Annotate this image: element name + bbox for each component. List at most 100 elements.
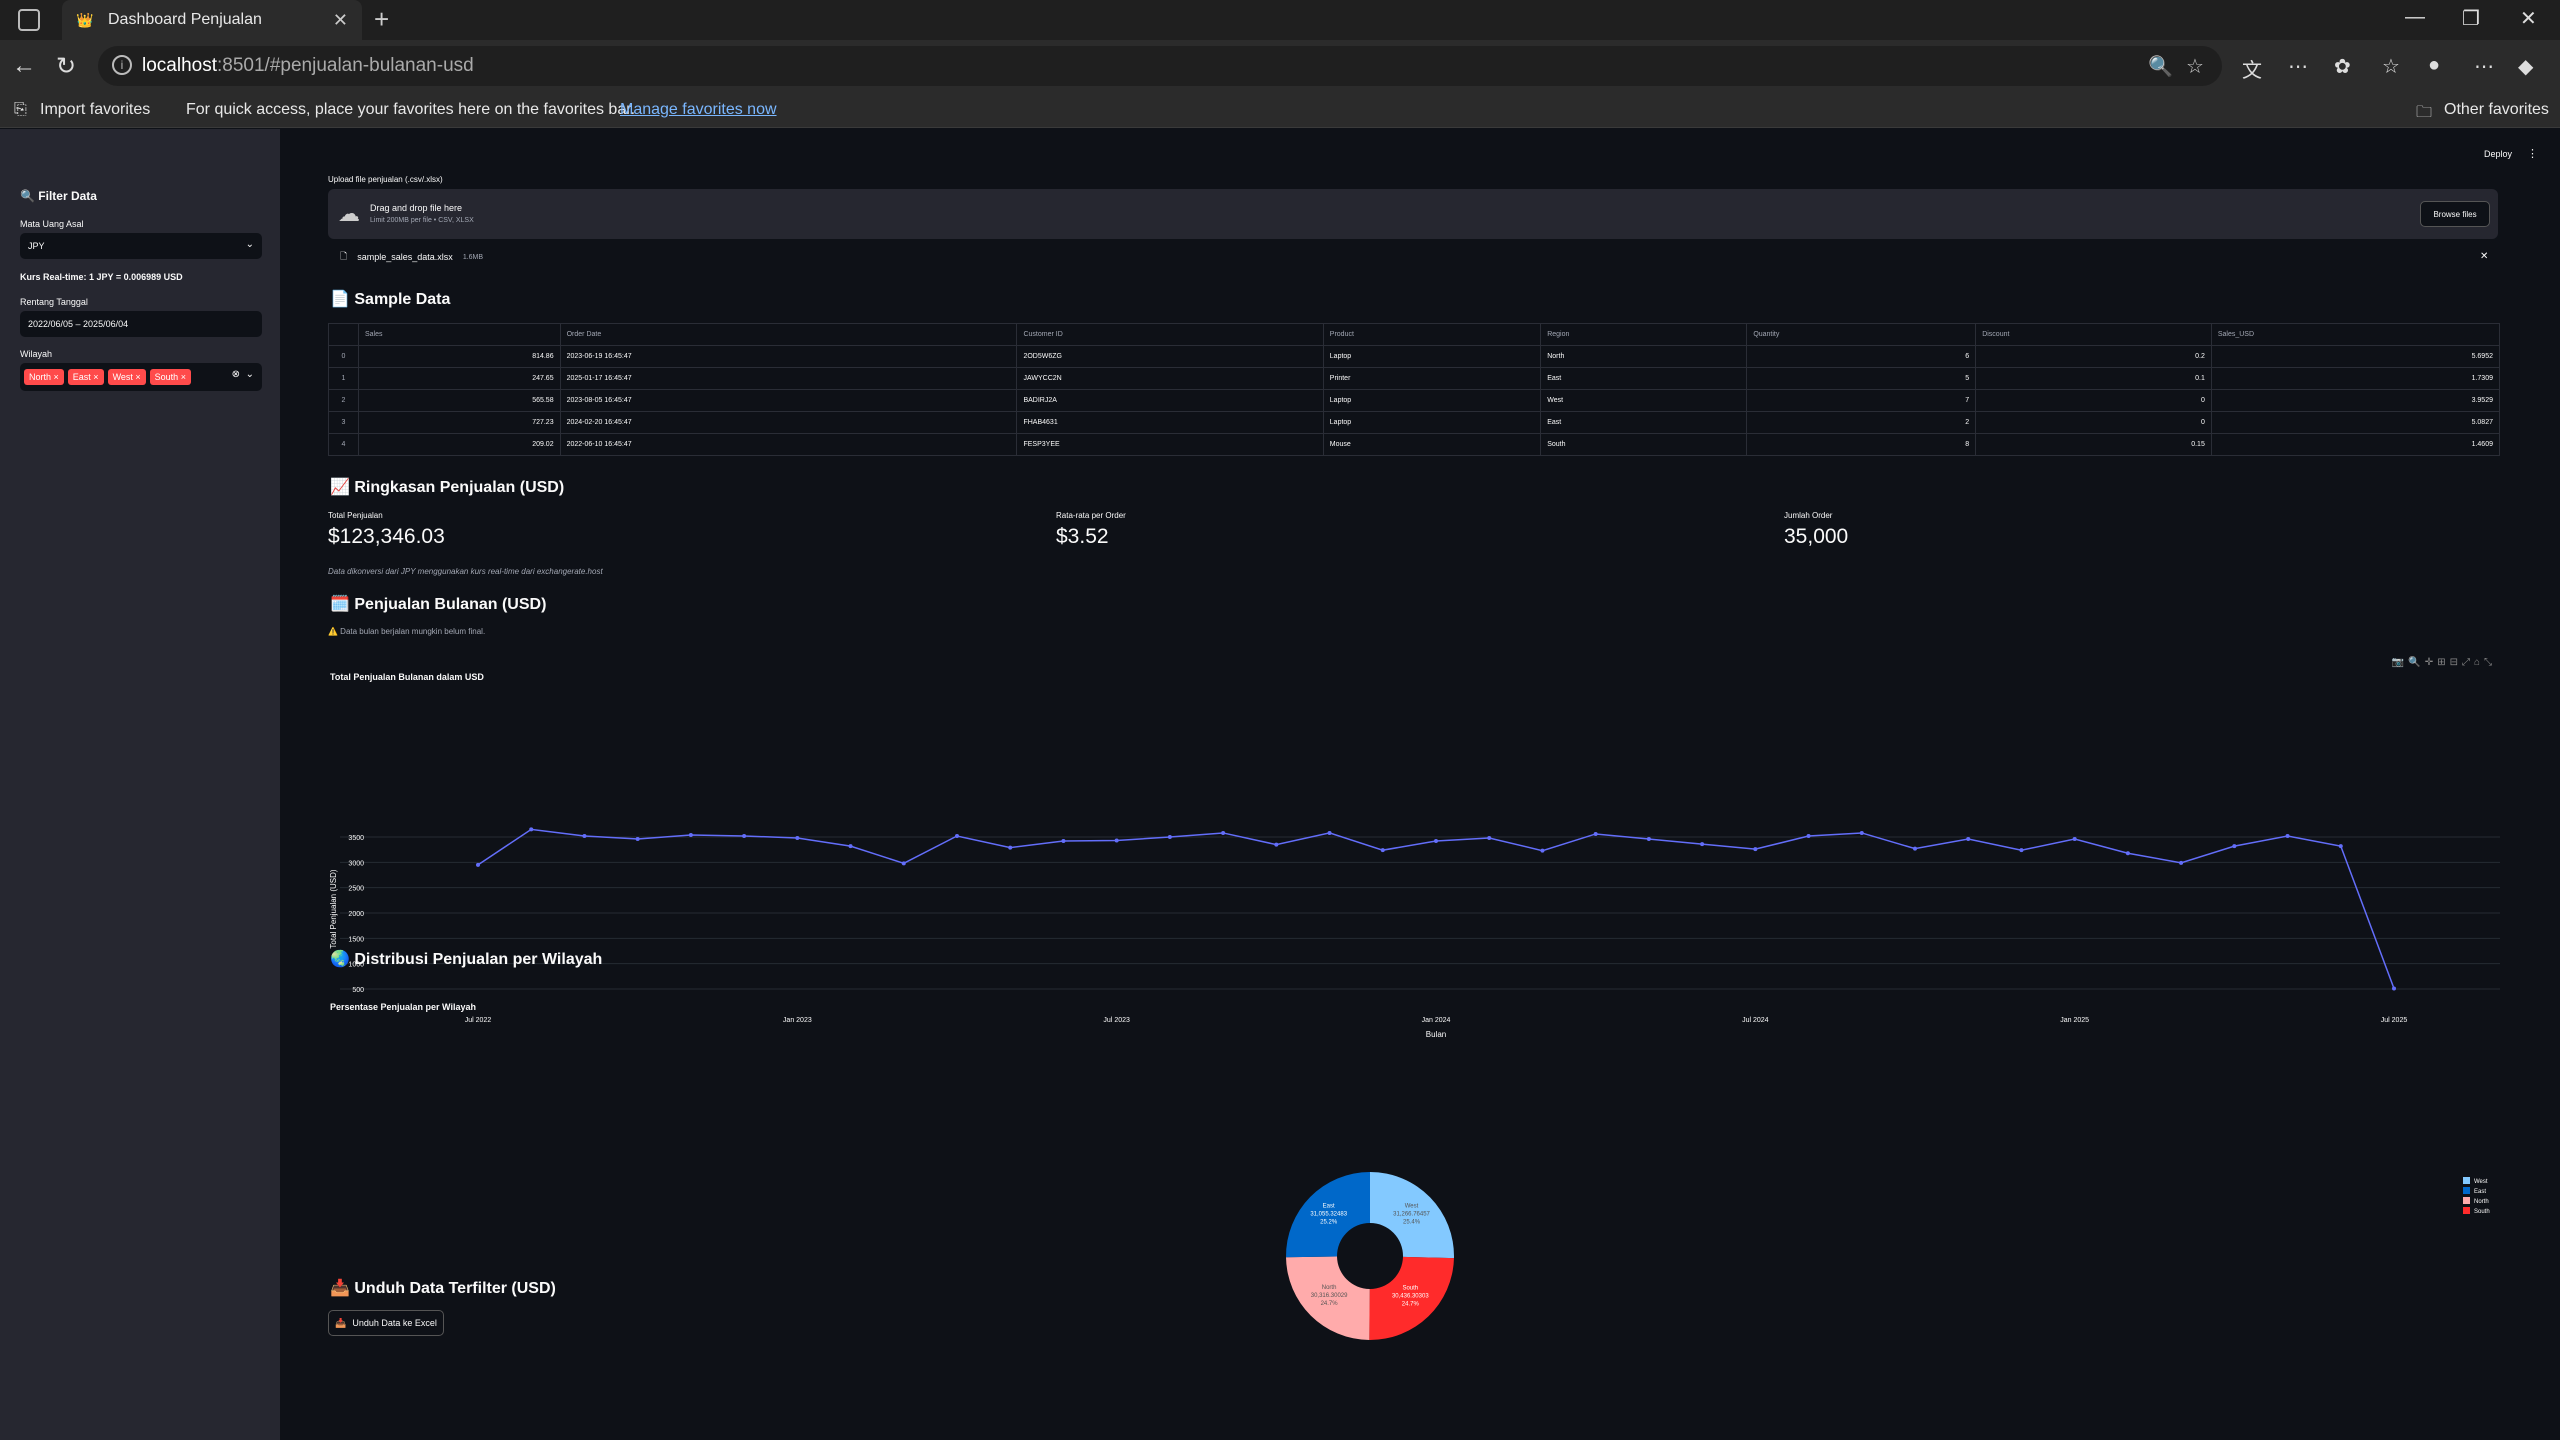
table-row[interactable]: 3 727.23 2024-02-20 16:45:47 FHAB4631 Laptop… bbox=[328, 411, 2501, 434]
table-cell: 565.58 bbox=[358, 389, 561, 412]
manage-favorites-link[interactable]: Manage favorites now bbox=[620, 101, 777, 119]
table-row[interactable]: 1 247.65 2025-01-17 16:45:47 JAWYCC2N Printe… bbox=[328, 367, 2501, 390]
table-cell: 0.2 bbox=[1975, 345, 2212, 368]
main-content: Deploy ⋮ Upload file penjualan (.csv/.xl… bbox=[280, 129, 2560, 1440]
currency-label: Mata Uang Asal bbox=[20, 219, 84, 229]
profile-avatar-icon[interactable]: ● bbox=[2428, 54, 2440, 77]
table-header-cell[interactable]: Sales_USD bbox=[2210, 323, 2501, 346]
table-header-cell[interactable]: Sales bbox=[358, 323, 561, 346]
zoom-icon[interactable]: 🔍 bbox=[2148, 54, 2173, 79]
table-header-cell[interactable]: Discount bbox=[1975, 323, 2212, 346]
back-icon[interactable]: ← bbox=[12, 52, 36, 80]
chip-north[interactable]: North × bbox=[24, 369, 64, 385]
close-tab-icon[interactable]: ✕ bbox=[333, 10, 348, 31]
table-header-cell[interactable]: Product bbox=[1322, 323, 1542, 346]
data-point bbox=[1061, 839, 1066, 844]
sidebar: 🔍 Filter Data Mata Uang Asal JPY ⌄ Kurs … bbox=[0, 129, 280, 1440]
metric-label-avg: Rata-rata per Order bbox=[1056, 511, 1126, 520]
file-uploader[interactable]: ☁ Drag and drop file here Limit 200MB pe… bbox=[328, 189, 2498, 239]
slice-label: 25.4% bbox=[1403, 1220, 1421, 1226]
file-size: 1.6MB bbox=[462, 253, 484, 261]
site-info-icon[interactable]: i bbox=[112, 55, 132, 75]
data-point bbox=[1327, 830, 1332, 835]
minimize-icon[interactable]: — bbox=[2405, 6, 2425, 29]
table-row[interactable]: 4 209.02 2022-06-10 16:45:47 FESP3YEE Mouse S… bbox=[328, 433, 2501, 456]
legend-label: North bbox=[2474, 1199, 2489, 1205]
extension-icon[interactable]: ⋯ bbox=[2288, 54, 2308, 79]
url-input[interactable]: i localhost:8501/#penjualan-bulanan-usd … bbox=[98, 46, 2222, 86]
download-icon: 📥 bbox=[335, 1317, 347, 1328]
table-cell: East bbox=[1540, 411, 1748, 434]
table-header-cell[interactable]: Customer ID bbox=[1016, 323, 1324, 346]
table-row[interactable]: 0 814.86 2023-06-19 16:45:47 2OD5W6ZG Laptop… bbox=[328, 345, 2501, 368]
table-cell: North bbox=[1540, 345, 1748, 368]
table-cell: 3.9529 bbox=[2210, 389, 2501, 412]
data-point bbox=[2179, 860, 2184, 865]
import-favorites-link[interactable]: Import favorites bbox=[40, 101, 150, 119]
legend-swatch bbox=[2463, 1207, 2470, 1214]
file-icon: 🗋 bbox=[340, 251, 348, 261]
extensions-puzzle-icon[interactable]: ✿ bbox=[2334, 54, 2351, 79]
restore-icon[interactable]: ❐ bbox=[2462, 6, 2480, 31]
data-point bbox=[476, 862, 480, 867]
chevron-down-icon[interactable]: ⌄ bbox=[246, 369, 254, 380]
more-menu-icon[interactable]: ⋯ bbox=[2474, 54, 2494, 79]
table-header-cell[interactable]: Order Date bbox=[559, 323, 1018, 346]
table-cell: Laptop bbox=[1322, 389, 1542, 412]
table-cell: 247.65 bbox=[358, 367, 561, 390]
chip-south[interactable]: South × bbox=[149, 369, 191, 385]
table-cell: 7 bbox=[1746, 389, 1977, 412]
copilot-icon[interactable]: ◆ bbox=[2518, 54, 2533, 79]
favorites-icon[interactable]: ☆ bbox=[2382, 54, 2400, 79]
metric-value-avg: $3.52 bbox=[1056, 525, 1109, 548]
slice-label: South bbox=[1402, 1286, 1418, 1292]
browse-files-button[interactable]: Browse files bbox=[2420, 201, 2490, 227]
deploy-button[interactable]: Deploy bbox=[2484, 149, 2512, 159]
table-cell: FHAB4631 bbox=[1016, 411, 1324, 434]
region-multiselect[interactable]: North × East × West × South × ⊗ ⌄ bbox=[20, 363, 262, 391]
pie-chart[interactable]: West 31,266.76457 25.4% South 30,436.30303 24… bbox=[280, 1009, 2560, 1369]
table-cell: Laptop bbox=[1322, 411, 1542, 434]
y-tick-label: 500 bbox=[352, 987, 364, 994]
table-cell: West bbox=[1540, 389, 1748, 412]
data-point bbox=[848, 844, 853, 849]
favorite-star-icon[interactable]: ☆ bbox=[2186, 54, 2204, 79]
table-cell: Printer bbox=[1322, 367, 1542, 390]
data-point bbox=[901, 861, 906, 866]
data-point bbox=[1540, 848, 1545, 853]
currency-select[interactable]: JPY ⌄ bbox=[20, 233, 262, 259]
line-chart[interactable]: 500100015002000250030003500Jul 2022 Jan 2… bbox=[280, 689, 2560, 1049]
upload-limit-text: Limit 200MB per file • CSV, XLSX bbox=[370, 217, 474, 224]
table-header-cell[interactable] bbox=[328, 323, 359, 346]
uploaded-file: 🗋 sample_sales_data.xlsx 1.6MB bbox=[340, 249, 483, 265]
chip-east[interactable]: East × bbox=[67, 369, 104, 385]
browser-tab-bar: 👑 Dashboard Penjualan ✕ + — ❐ ✕ bbox=[0, 0, 2560, 40]
table-row[interactable]: 2 565.58 2023-08-05 16:45:47 BADIRJ2A Laptop… bbox=[328, 389, 2501, 412]
translate-icon[interactable]: 文 bbox=[2242, 54, 2262, 83]
data-point bbox=[688, 832, 693, 837]
close-window-icon[interactable]: ✕ bbox=[2520, 6, 2537, 31]
slice-label: 30,316.30029 bbox=[1311, 1293, 1348, 1299]
data-point bbox=[742, 833, 747, 838]
legend-swatch bbox=[2463, 1177, 2470, 1184]
line-chart-title: Total Penjualan Bulanan dalam USD bbox=[330, 672, 484, 682]
refresh-icon[interactable]: ↻ bbox=[56, 52, 76, 81]
other-favorites-link[interactable]: Other favorites bbox=[2444, 101, 2549, 119]
table-header-cell[interactable]: Region bbox=[1540, 323, 1748, 346]
clear-all-icon[interactable]: ⊗ bbox=[232, 369, 240, 380]
workspaces-icon[interactable] bbox=[18, 9, 40, 31]
table-header-cell[interactable]: Quantity bbox=[1746, 323, 1977, 346]
rate-text: Kurs Real-time: 1 JPY = 0.006989 USD bbox=[20, 272, 183, 282]
chart-modebar[interactable]: 📷🔍✛⊞⊟⤢⌂⤡ bbox=[2392, 657, 2496, 668]
date-range-input[interactable]: 2022/06/05 – 2025/06/04 bbox=[20, 311, 262, 337]
remove-file-icon[interactable]: ✕ bbox=[2480, 251, 2488, 262]
chip-west[interactable]: West × bbox=[107, 369, 146, 385]
browser-tab[interactable]: 👑 Dashboard Penjualan ✕ bbox=[62, 0, 362, 40]
sample-data-table[interactable]: Sales Order Date Customer ID Product Region Q… bbox=[328, 323, 2501, 456]
new-tab-icon[interactable]: + bbox=[374, 4, 389, 35]
file-name: sample_sales_data.xlsx bbox=[357, 252, 453, 262]
data-point bbox=[1700, 842, 1705, 847]
sample-data-heading: 📄 Sample Data bbox=[330, 291, 451, 308]
download-excel-button[interactable]: 📥 Unduh Data ke Excel bbox=[328, 1310, 444, 1336]
main-menu-icon[interactable]: ⋮ bbox=[2527, 147, 2538, 160]
